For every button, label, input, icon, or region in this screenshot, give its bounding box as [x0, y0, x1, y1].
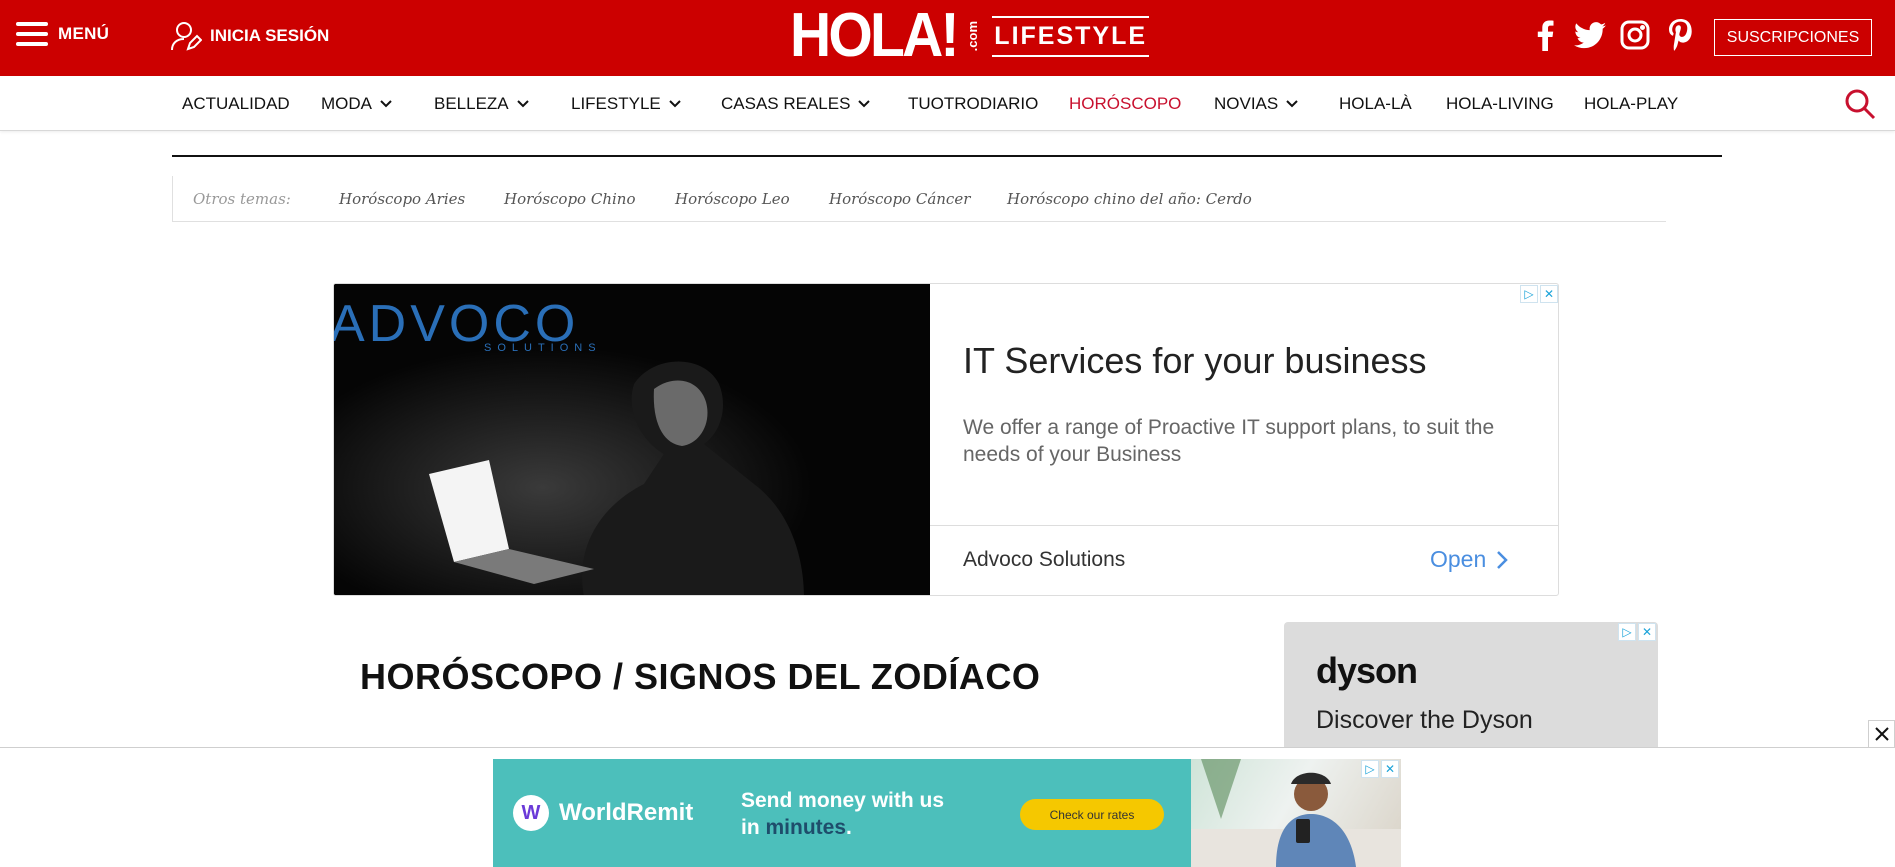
topic-link[interactable]: Horóscopo Cáncer	[829, 190, 970, 208]
advertisement-banner[interactable]: ADVOCO SOLUTIONS ▷ ✕ IT Services for you…	[333, 283, 1559, 596]
nav-item-hola-play[interactable]: HOLA-PLAY	[1584, 76, 1678, 131]
ad-divider	[930, 525, 1558, 526]
nav-item-tuotrodiario[interactable]: TUOTRODIARIO	[908, 76, 1038, 131]
ad-choices[interactable]: ▷ ✕	[1520, 285, 1558, 303]
chevron-down-icon	[858, 99, 871, 107]
close-icon[interactable]: ✕	[1540, 285, 1558, 303]
ad-title[interactable]: IT Services for your business	[963, 340, 1427, 382]
nav-item-moda[interactable]: MODA	[321, 76, 392, 131]
topic-link[interactable]: Horóscopo Chino	[504, 190, 635, 208]
line2-suffix: .	[846, 816, 852, 839]
nav-item-casas-reales[interactable]: CASAS REALES	[721, 76, 871, 131]
sticky-advertisement[interactable]: W WorldRemit Send money with us in minut…	[493, 759, 1401, 867]
worldremit-logo: W WorldRemit	[513, 795, 693, 831]
chevron-right-icon	[1497, 550, 1509, 569]
nav-item-belleza[interactable]: BELLEZA	[434, 76, 529, 131]
user-icon	[171, 22, 202, 51]
worldremit-line2: in minutes.	[741, 814, 944, 841]
worldremit-message: Send money with us in minutes.	[741, 787, 944, 841]
logo-section: LIFESTYLE	[992, 15, 1150, 57]
page-title: HORÓSCOPO / SIGNOS DEL ZODÍACO	[360, 656, 1041, 697]
ad-open-label: Open	[1430, 546, 1487, 572]
related-topics-bar: Otros temas: Horóscopo Aries Horóscopo C…	[172, 176, 1666, 222]
pinterest-icon	[1669, 19, 1692, 51]
side-advertisement[interactable]: ▷ ✕ dyson Discover the Dyson	[1284, 622, 1658, 752]
login-label: INICIA SESIÓN	[210, 26, 330, 45]
nav-item-label: HOLA-PLAY	[1584, 93, 1679, 113]
facebook-icon	[1537, 20, 1554, 51]
search-icon[interactable]	[1844, 88, 1876, 120]
nav-item-label: BELLEZA	[434, 93, 509, 113]
ad-choices[interactable]: ▷ ✕	[1618, 623, 1656, 641]
line2-highlight: minutes	[765, 816, 847, 839]
topic-link[interactable]: Horóscopo chino del año: Cerdo	[1007, 190, 1252, 208]
ad-image: ADVOCO SOLUTIONS	[334, 284, 930, 595]
nav-item-label: HOLA-LIVING	[1446, 93, 1554, 113]
subscribe-button[interactable]: SUSCRIPCIONES	[1714, 19, 1872, 56]
nav-item-hola-living[interactable]: HOLA-LIVING	[1446, 76, 1554, 131]
pinterest-link[interactable]	[1663, 18, 1697, 52]
nav-item-label: HOLA-LÀ	[1339, 93, 1412, 113]
worldremit-cta-button[interactable]: Check our rates	[1020, 799, 1164, 830]
close-icon[interactable]: ✕	[1381, 760, 1399, 778]
ad-photo-man-phone: ▷ ✕	[1191, 759, 1401, 867]
nav-item-label: MODA	[321, 93, 372, 113]
menu-button[interactable]: MENÚ	[16, 22, 109, 46]
logo-com: .com	[965, 20, 981, 52]
ad-brand-sub: SOLUTIONS	[484, 342, 602, 354]
login-button[interactable]: INICIA SESIÓN	[170, 20, 329, 52]
site-logo[interactable]: HOLA! .com LIFESTYLE	[790, 1, 1150, 70]
hamburger-icon	[16, 22, 48, 46]
ad-description: We offer a range of Proactive IT support…	[963, 416, 1495, 466]
sticky-ad-close-button[interactable]	[1868, 720, 1895, 747]
nav-item-label: TUOTRODIARIO	[908, 93, 1039, 113]
ad-open-button[interactable]: Open	[1430, 546, 1509, 573]
adchoices-icon[interactable]: ▷	[1361, 760, 1379, 778]
ad-choices[interactable]: ▷ ✕	[1361, 760, 1399, 778]
instagram-icon	[1620, 20, 1650, 50]
nav-item-label: NOVIAS	[1214, 93, 1279, 113]
chevron-down-icon	[380, 99, 392, 107]
section-divider	[172, 155, 1722, 157]
chevron-down-icon	[1286, 99, 1298, 107]
logo-main: HOLA!	[790, 1, 960, 70]
topic-link[interactable]: Horóscopo Leo	[675, 190, 790, 208]
main-nav: ACTUALIDAD MODA BELLEZA LIFESTYLE CASAS …	[0, 76, 1895, 131]
dyson-logo: dyson	[1316, 650, 1418, 691]
nav-item-label: ACTUALIDAD	[182, 93, 290, 113]
ad-advertiser: Advoco Solutions	[963, 548, 1126, 571]
nav-item-hola-la[interactable]: HOLA-LÀ	[1339, 76, 1412, 131]
nav-item-horoscopo[interactable]: HORÓSCOPO	[1069, 76, 1181, 131]
instagram-link[interactable]	[1618, 18, 1652, 52]
nav-item-actualidad[interactable]: ACTUALIDAD	[182, 76, 290, 131]
close-icon[interactable]: ✕	[1638, 623, 1656, 641]
worldremit-badge-icon: W	[513, 795, 549, 831]
facebook-link[interactable]	[1528, 18, 1562, 52]
dyson-text: Discover the Dyson	[1316, 706, 1533, 734]
twitter-link[interactable]	[1573, 18, 1607, 52]
adchoices-icon[interactable]: ▷	[1520, 285, 1538, 303]
worldremit-line1: Send money with us	[741, 789, 945, 812]
topics-label: Otros temas:	[193, 190, 291, 208]
worldremit-name: WorldRemit	[559, 799, 694, 826]
chevron-down-icon	[516, 99, 529, 107]
line2-prefix: in	[741, 816, 766, 839]
menu-label: MENÚ	[58, 24, 110, 43]
adchoices-icon[interactable]: ▷	[1618, 623, 1636, 641]
twitter-icon	[1574, 21, 1606, 48]
nav-item-label: HORÓSCOPO	[1069, 93, 1182, 113]
nav-item-lifestyle[interactable]: LIFESTYLE	[571, 76, 681, 131]
nav-item-label: CASAS REALES	[721, 93, 851, 113]
close-icon	[1874, 727, 1889, 741]
nav-item-novias[interactable]: NOVIAS	[1214, 76, 1298, 131]
top-bar: MENÚ INICIA SESIÓN HOLA! .com LIFESTYLE …	[0, 0, 1895, 76]
chevron-down-icon	[669, 99, 681, 107]
topic-link[interactable]: Horóscopo Aries	[339, 190, 465, 208]
nav-item-label: LIFESTYLE	[571, 93, 661, 113]
